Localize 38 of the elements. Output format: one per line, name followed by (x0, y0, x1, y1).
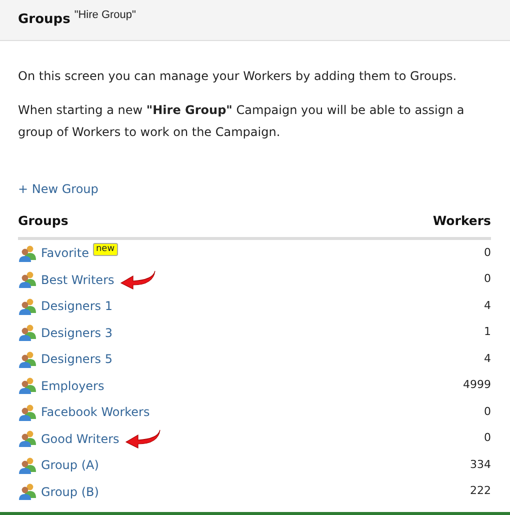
group-link[interactable]: Designers 3 (41, 324, 112, 342)
worker-count: 4 (484, 350, 491, 367)
group-link[interactable]: Employers (41, 376, 104, 394)
group-icon (18, 350, 38, 368)
page-title: Groups (18, 12, 70, 27)
intro-paragraph: On this screen you can manage your Workers by adding them to Groups. (18, 68, 458, 85)
group-link[interactable]: Group (A) (41, 456, 99, 474)
group-link[interactable]: Facebook Workers (41, 403, 150, 421)
group-link[interactable]: Best Writers (41, 270, 114, 288)
group-link[interactable]: Good Writers (41, 430, 120, 448)
intro-paragraph: When starting a new "Hire Group" Campaign you will be able to assign a group of Workers to work on the Campaign. (18, 102, 466, 141)
group-icon (18, 271, 38, 288)
group-link[interactable]: Designers 1 (41, 297, 112, 315)
worker-count: 222 (470, 483, 491, 500)
group-icon (18, 377, 38, 394)
worker-count: 4999 (463, 377, 491, 394)
column-header: Groups (18, 212, 68, 230)
group-icon (18, 324, 38, 341)
worker-count: 4 (484, 298, 491, 314)
group-icon (18, 430, 38, 447)
worker-count: 0 (484, 244, 491, 261)
worker-count: 334 (470, 456, 491, 473)
group-icon (18, 483, 38, 500)
worker-count: 0 (484, 430, 491, 446)
group-link[interactable]: Group (B) (41, 482, 99, 500)
worker-count: 0 (484, 404, 491, 420)
page-subtitle: "Hire Group" (74, 9, 136, 21)
column-header: Workers (432, 212, 491, 230)
worker-count: 0 (484, 271, 491, 288)
group-icon (18, 244, 38, 262)
new-badge: new (92, 242, 118, 256)
group-icon (18, 456, 38, 474)
group-link[interactable]: Favorite (41, 244, 89, 262)
new-group-link[interactable]: + New Group (18, 180, 98, 198)
worker-count: 1 (484, 324, 491, 340)
group-icon (18, 298, 38, 314)
group-link[interactable]: Designers 5 (41, 350, 112, 368)
group-icon (18, 404, 38, 420)
